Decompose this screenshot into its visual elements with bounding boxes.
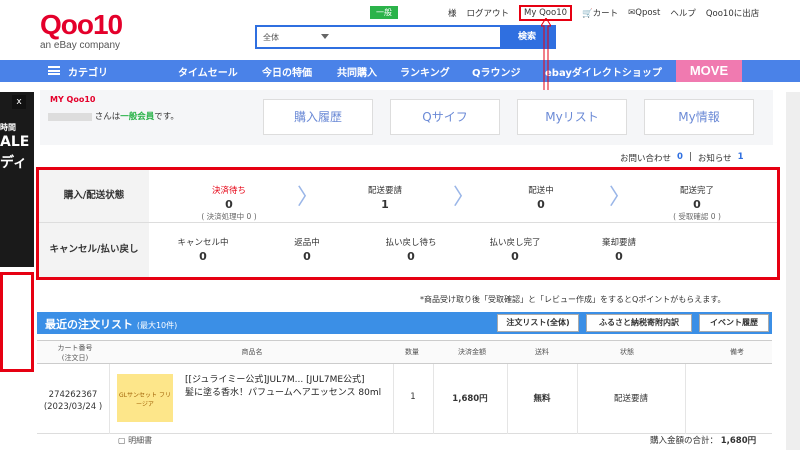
document-icon: ▢ <box>118 436 126 445</box>
menu-icon[interactable] <box>48 66 60 75</box>
my-qoo10-logo: MY Qoo10 <box>50 95 96 104</box>
col-qty: 数量 <box>405 348 419 356</box>
cart-number[interactable]: 274262367 <box>39 390 107 400</box>
status-shipping[interactable]: 配送中 0 <box>491 184 591 211</box>
nav-item-ranking[interactable]: ランキング <box>400 64 450 79</box>
qpoint-notice: *商品受け取り後「受取確認」と「レビュー作成」をするとQポイントがもらえます。 <box>420 295 726 304</box>
order-list-all-button[interactable]: 注文リスト(全体) <box>497 314 579 332</box>
username-redacted <box>48 112 92 121</box>
recent-orders-title: 最近の注文リスト (最大10件) <box>45 318 178 331</box>
status-rejection-request[interactable]: 棄却要請 0 <box>569 236 669 263</box>
chevron-right-icon: 〉 <box>453 185 476 210</box>
orders-table-header: カート番号 (注文日) 商品名 数量 決済金額 送料 状態 備考 <box>37 340 772 364</box>
search-category[interactable]: 全体 <box>263 32 279 43</box>
inquiry-count: 0 <box>677 152 683 162</box>
tab-qwallet[interactable]: Qサイフ <box>390 99 500 135</box>
nav-category[interactable]: カテゴリ <box>68 64 108 79</box>
row-label-cancel: キャンセル/払い戻し <box>39 223 149 277</box>
row-label-purchase: 購入/配送状態 <box>39 170 149 222</box>
furusato-tax-button[interactable]: ふるさと納税寄附内訳 <box>586 314 692 332</box>
status-refund-wait[interactable]: 払い戻し待ち 0 <box>361 236 461 263</box>
col-cart-no: カート番号 (注文日) <box>57 344 93 362</box>
col-memo: 備考 <box>730 348 744 356</box>
annotation-arrow <box>541 18 551 94</box>
order-status: 配送要請 <box>613 394 648 404</box>
shipping-fee: 無料 <box>533 394 551 404</box>
cart-link[interactable]: 🛒カート <box>582 7 618 19</box>
seller-link[interactable]: Qoo10に出店 <box>706 7 759 19</box>
ad-dark-block <box>0 92 34 267</box>
logout-link[interactable]: ログアウト <box>467 7 510 19</box>
news-count: 1 <box>737 152 744 162</box>
left-ad-banner[interactable]: x 時間 ALE ディ <box>0 92 34 382</box>
divider <box>39 222 777 223</box>
cart-icon: 🛒 <box>582 9 593 19</box>
close-icon[interactable]: x <box>12 95 26 109</box>
ad-text-1: 時間 <box>0 123 16 132</box>
col-shipping: 送料 <box>535 348 549 356</box>
purchase-total: 購入金額の合計： 1,680円 <box>650 436 757 446</box>
nav-item-todays-deal[interactable]: 今日の特価 <box>262 64 312 79</box>
payment-amount: 1,680円 <box>452 394 488 404</box>
product-name[interactable]: [[ジュライミー公式]JUL7M... [JUL7ME公式] 髪に塗る香水！パフ… <box>185 372 381 398</box>
welcome-message: さんは一般会員です。 <box>48 110 179 122</box>
status-returning[interactable]: 返品中 0 <box>257 236 357 263</box>
quantity: 1 <box>410 392 416 402</box>
order-date: (2023/03/24 ) <box>43 402 103 412</box>
qoo10-logo[interactable]: Qoo10 an eBay company <box>40 10 140 54</box>
logo-text: Qoo10 <box>40 9 123 40</box>
nav-item-timesale[interactable]: タイムセール <box>178 64 238 79</box>
right-ad-strip[interactable] <box>786 92 800 450</box>
tab-purchase-history[interactable]: 購入履歴 <box>263 99 373 135</box>
help-link[interactable]: ヘルプ <box>670 7 696 19</box>
status-delivered[interactable]: 配送完了 0 ( 受取確認 0 ) <box>647 184 747 222</box>
news-link[interactable]: お知らせ <box>698 152 732 164</box>
status-payment-wait[interactable]: 決済待ち 0 ( 決済処理中 0 ) <box>179 184 279 222</box>
chevron-right-icon: 〉 <box>609 185 632 210</box>
search-bar[interactable]: 全体 検索 <box>255 25 556 49</box>
ad-text-3: ディ <box>0 155 28 171</box>
top-links: 様 ログアウト My Qoo10 🛒カート ✉Qpost ヘルプ Qoo10に出… <box>448 5 759 21</box>
move-banner[interactable]: MOVE <box>676 60 742 82</box>
col-product: 商品名 <box>241 348 263 356</box>
logo-subtitle: an eBay company <box>40 40 121 51</box>
product-thumbnail[interactable]: GLサンセット フリージア <box>117 374 173 422</box>
status-refund-done[interactable]: 払い戻し完了 0 <box>465 236 565 263</box>
user-suffix: 様 <box>448 9 457 19</box>
event-history-button[interactable]: イベント履歴 <box>699 314 769 332</box>
tab-my-list[interactable]: Myリスト <box>517 99 627 135</box>
ad-highlight-box <box>0 272 34 372</box>
member-badge: 一般 <box>370 6 398 19</box>
nav-item-group-buy[interactable]: 共同購入 <box>337 64 377 79</box>
ad-text-2: ALE <box>0 134 30 150</box>
status-cancelling[interactable]: キャンセル中 0 <box>153 236 253 263</box>
contact-bar: お問い合わせ 0 | お知らせ 1 <box>620 152 744 164</box>
qpost-link[interactable]: ✉Qpost <box>628 8 660 18</box>
status-shipping-request[interactable]: 配送要請 1 <box>335 184 435 211</box>
col-status: 状態 <box>620 348 634 356</box>
col-amount: 決済金額 <box>458 348 486 356</box>
chevron-right-icon: 〉 <box>297 185 320 210</box>
chevron-down-icon[interactable] <box>321 34 329 39</box>
order-status-box: 購入/配送状態 キャンセル/払い戻し 決済待ち 0 ( 決済処理中 0 ) 〉 … <box>36 167 780 280</box>
inquiry-link[interactable]: お問い合わせ <box>620 152 671 164</box>
invoice-button[interactable]: ▢ 明細書 <box>118 435 152 446</box>
nav-item-ebay-shop[interactable]: ebayダイレクトショップ <box>545 64 662 79</box>
nav-item-qlounge[interactable]: Qラウンジ <box>472 64 521 79</box>
tab-my-info[interactable]: My情報 <box>644 99 754 135</box>
